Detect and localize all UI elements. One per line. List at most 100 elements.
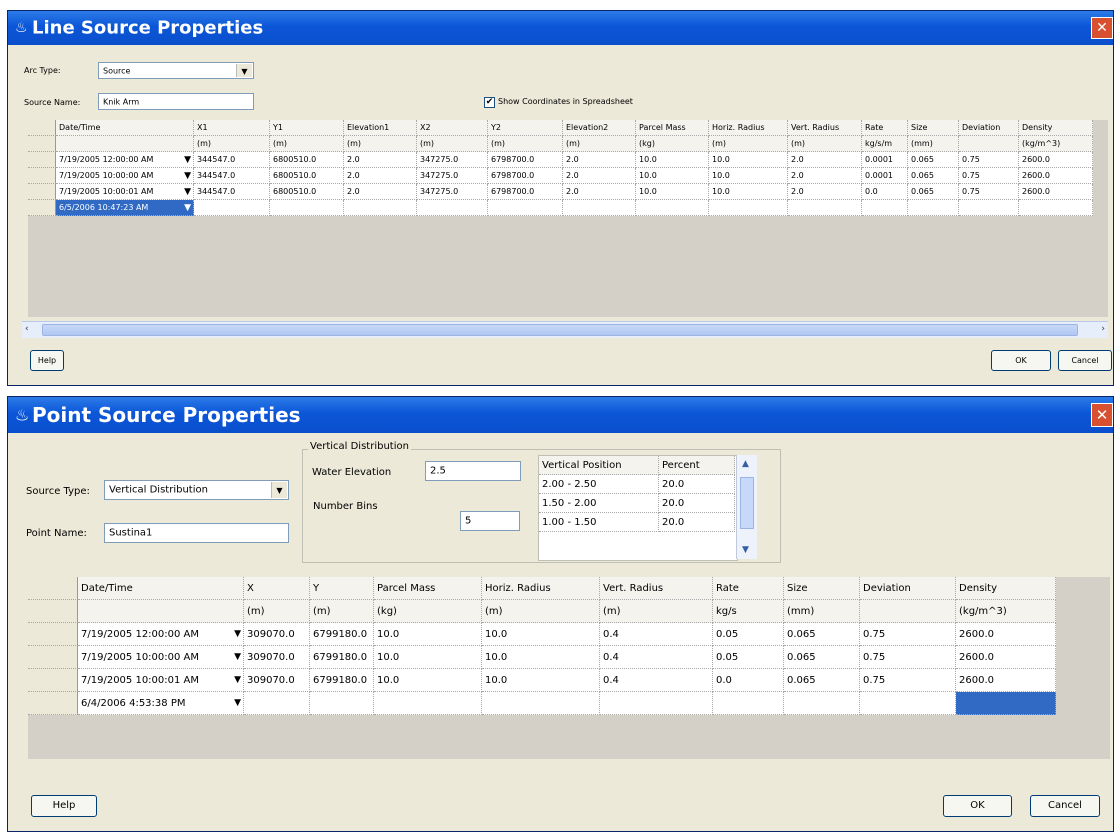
table-cell[interactable]: 0.4 [600, 623, 713, 646]
table-cell[interactable] [709, 200, 788, 216]
chevron-down-icon[interactable]: ▼ [234, 669, 241, 691]
table-cell[interactable]: 0.05 [713, 646, 784, 669]
chevron-down-icon[interactable]: ▼ [234, 623, 241, 645]
show-coordinates-checkbox[interactable]: ✔ [484, 97, 495, 108]
table-cell[interactable]: 347275.0 [417, 168, 488, 184]
table-cell[interactable]: 347275.0 [417, 184, 488, 200]
table-cell[interactable] [713, 692, 784, 715]
table-cell[interactable]: 10.0 [482, 646, 600, 669]
table-cell[interactable]: 2600.0 [956, 669, 1056, 692]
table-cell[interactable] [244, 692, 310, 715]
column-header[interactable]: Elevation1 [344, 120, 417, 136]
table-cell[interactable]: 10.0 [374, 623, 482, 646]
date-time-cell[interactable]: 7/19/2005 10:00:00 AM ▼ [56, 168, 194, 184]
table-cell[interactable]: 20.0 [659, 513, 735, 532]
table-cell[interactable]: 0.065 [908, 184, 959, 200]
scrollbar-thumb[interactable] [740, 477, 754, 529]
number-bins-field[interactable]: 5 [460, 511, 520, 531]
table-cell[interactable]: 0.75 [959, 184, 1019, 200]
chevron-up-icon[interactable]: ▲ [742, 459, 749, 469]
table-cell[interactable] [194, 200, 270, 216]
point-source-titlebar[interactable]: ♨ Point Source Properties ✕ [8, 397, 1113, 433]
help-button[interactable]: Help [31, 795, 97, 817]
table-cell[interactable]: 2.0 [563, 184, 636, 200]
table-cell[interactable] [417, 200, 488, 216]
table-cell[interactable] [862, 200, 908, 216]
table-cell[interactable]: 20.0 [659, 475, 735, 494]
table-cell[interactable] [959, 200, 1019, 216]
column-header[interactable]: Y2 [488, 120, 563, 136]
table-cell[interactable]: 2600.0 [1019, 168, 1093, 184]
date-time-cell[interactable]: 7/19/2005 10:00:01 AM ▼ [56, 184, 194, 200]
table-cell[interactable]: 0.75 [860, 623, 956, 646]
column-header[interactable]: Rate [713, 577, 784, 600]
close-icon[interactable]: ✕ [1091, 17, 1113, 39]
table-cell[interactable]: 344547.0 [194, 168, 270, 184]
table-cell[interactable]: 2.0 [344, 152, 417, 168]
chevron-right-icon[interactable]: › [1101, 324, 1105, 334]
table-cell[interactable]: 2.0 [788, 184, 862, 200]
table-cell[interactable] [482, 692, 600, 715]
table-cell[interactable]: 0.065 [908, 152, 959, 168]
table-cell[interactable] [784, 692, 860, 715]
table-cell[interactable]: 0.75 [860, 646, 956, 669]
table-cell[interactable]: 0.75 [959, 168, 1019, 184]
table-cell[interactable]: 6798700.0 [488, 152, 563, 168]
table-cell[interactable]: 2.0 [788, 152, 862, 168]
column-header[interactable]: Vertical Position [539, 456, 659, 475]
table-cell[interactable]: 10.0 [636, 152, 709, 168]
table-cell[interactable]: 10.0 [482, 669, 600, 692]
table-cell[interactable]: 344547.0 [194, 152, 270, 168]
chevron-down-icon[interactable]: ▼ [234, 692, 241, 714]
cancel-button[interactable]: Cancel [1058, 350, 1112, 371]
table-cell[interactable]: 1.50 - 2.00 [539, 494, 659, 513]
table-cell[interactable]: 2.0 [788, 168, 862, 184]
table-cell[interactable] [1019, 200, 1093, 216]
table-cell[interactable]: 10.0 [709, 184, 788, 200]
table-cell[interactable]: 0.065 [784, 646, 860, 669]
column-header[interactable]: X [244, 577, 310, 600]
date-time-cell[interactable]: 7/19/2005 12:00:00 AM ▼ [56, 152, 194, 168]
table-cell[interactable]: 10.0 [709, 168, 788, 184]
table-cell[interactable]: 10.0 [374, 646, 482, 669]
chevron-down-icon[interactable]: ▼ [234, 646, 241, 668]
column-header[interactable]: Vert. Radius [600, 577, 713, 600]
table-cell[interactable]: 0.75 [860, 669, 956, 692]
column-header[interactable]: Y1 [270, 120, 344, 136]
new-row-date-cell[interactable]: 6/5/2006 10:47:23 AM ▼ [56, 200, 194, 216]
table-cell[interactable] [488, 200, 563, 216]
cancel-button[interactable]: Cancel [1030, 795, 1100, 817]
table-cell[interactable]: 10.0 [636, 184, 709, 200]
source-type-select[interactable]: Vertical Distribution ▼ [104, 480, 289, 500]
table-cell[interactable] [600, 692, 713, 715]
table-cell[interactable]: 20.0 [659, 494, 735, 513]
table-cell[interactable]: 2600.0 [956, 646, 1056, 669]
table-cell[interactable]: 0.0 [713, 669, 784, 692]
ok-button[interactable]: OK [991, 350, 1051, 371]
table-cell[interactable]: 6800510.0 [270, 168, 344, 184]
table-cell[interactable]: 6799180.0 [310, 623, 374, 646]
table-cell[interactable]: 2600.0 [1019, 152, 1093, 168]
chevron-down-icon[interactable]: ▼ [742, 545, 749, 555]
table-cell[interactable]: 10.0 [374, 669, 482, 692]
arc-type-select[interactable]: Source ▼ [98, 62, 254, 79]
date-time-cell[interactable]: 7/19/2005 10:00:00 AM ▼ [78, 646, 244, 669]
column-header[interactable]: Parcel Mass [374, 577, 482, 600]
table-cell[interactable]: 10.0 [482, 623, 600, 646]
column-header[interactable]: Size [784, 577, 860, 600]
column-header[interactable]: Deviation [860, 577, 956, 600]
new-row-date-cell[interactable]: 6/4/2006 4:53:38 PM ▼ [78, 692, 244, 715]
table-cell[interactable] [860, 692, 956, 715]
table-cell[interactable]: 6800510.0 [270, 152, 344, 168]
table-cell[interactable]: 0.4 [600, 669, 713, 692]
column-header[interactable]: Date/Time [78, 577, 244, 600]
chevron-down-icon[interactable]: ▼ [184, 168, 191, 183]
table-cell[interactable]: 6799180.0 [310, 646, 374, 669]
table-cell[interactable]: 1.00 - 1.50 [539, 513, 659, 532]
table-cell[interactable]: 347275.0 [417, 152, 488, 168]
column-header[interactable]: X1 [194, 120, 270, 136]
table-cell[interactable]: 0.4 [600, 646, 713, 669]
table-cell[interactable]: 2600.0 [956, 623, 1056, 646]
table-cell[interactable]: 0.75 [959, 152, 1019, 168]
source-name-field[interactable]: Knik Arm [98, 93, 254, 110]
